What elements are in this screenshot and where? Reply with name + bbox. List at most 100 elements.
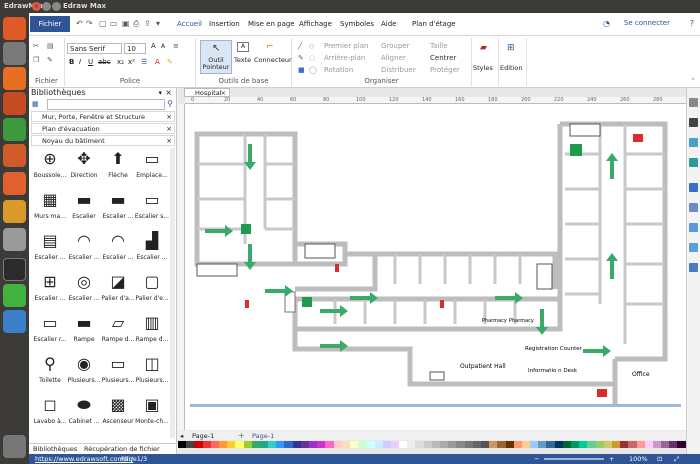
color-swatch[interactable] xyxy=(407,441,416,448)
menu-insertion[interactable]: Insertion xyxy=(209,20,240,28)
increase-font-icon[interactable]: A xyxy=(151,42,156,50)
menu-accueil[interactable]: Accueil xyxy=(177,20,202,28)
format-painter-icon[interactable]: ✎ xyxy=(47,56,53,64)
color-swatch[interactable] xyxy=(333,441,342,448)
text-tool-button[interactable]: A Texte xyxy=(234,40,254,74)
print-icon[interactable]: ⎙ xyxy=(133,19,139,29)
color-swatch[interactable] xyxy=(464,441,473,448)
text-align-icon[interactable]: ≡ xyxy=(173,42,179,50)
color-swatch[interactable] xyxy=(456,441,465,448)
tab-libraries[interactable]: Bibliothèques xyxy=(33,445,77,453)
color-swatch[interactable] xyxy=(268,441,277,448)
library-shape[interactable]: ▣ Monte-ch... xyxy=(135,394,169,432)
open-file-icon[interactable]: ▭ xyxy=(110,19,118,28)
undo-icon[interactable]: ↶ xyxy=(76,19,83,28)
sign-in-link[interactable]: Se connecter xyxy=(624,19,670,27)
bullet-list-icon[interactable]: ☰ xyxy=(141,58,147,66)
library-shape[interactable]: ▭ Escalier s... xyxy=(135,189,169,227)
library-shape[interactable]: ◠ Escalier ... xyxy=(101,230,135,268)
color-swatch[interactable] xyxy=(546,441,555,448)
user-icon[interactable]: ◔ xyxy=(603,19,610,28)
menu-aide[interactable]: Aide xyxy=(381,20,396,28)
library-shape[interactable]: ⊕ Boussole... xyxy=(33,148,67,186)
color-swatch[interactable] xyxy=(390,441,400,448)
page-nav-icon[interactable]: ◂ xyxy=(180,432,183,440)
library-shape[interactable]: ▦ Murs ma... xyxy=(33,189,67,227)
library-scrollbar[interactable] xyxy=(170,148,175,438)
amazon-icon[interactable] xyxy=(3,200,26,223)
color-swatch[interactable] xyxy=(423,441,432,448)
ellipse-tool-icon[interactable]: ◯ xyxy=(309,66,317,74)
library-shape[interactable]: ▬ Rampe xyxy=(67,312,101,350)
library-menu-icon[interactable]: ▦ xyxy=(32,100,39,108)
export-icon[interactable]: ⇪ xyxy=(144,19,151,28)
color-swatch[interactable] xyxy=(513,441,522,448)
font-color-icon[interactable]: A xyxy=(155,58,160,66)
terminal-icon[interactable] xyxy=(3,258,26,281)
library-shape[interactable]: ▭ Plusieurs... xyxy=(101,353,135,391)
library-shape[interactable]: ▬ Escalier ... xyxy=(101,189,135,227)
copy-icon[interactable]: ❐ xyxy=(33,56,39,64)
cut-icon[interactable]: ✂ xyxy=(33,42,39,50)
color-swatch[interactable] xyxy=(349,441,359,448)
color-swatch[interactable] xyxy=(178,441,187,448)
subscript-icon[interactable]: x₂ xyxy=(117,58,124,66)
italic-icon[interactable]: I xyxy=(79,58,81,66)
settings-icon[interactable] xyxy=(3,228,26,251)
library-shape[interactable]: ▬ Escalier xyxy=(67,189,101,227)
library-shape[interactable]: ✥ Direction xyxy=(67,148,101,186)
tab-file-recovery[interactable]: Récupération de fichier xyxy=(84,445,160,453)
paste-icon[interactable]: ▤ xyxy=(47,42,54,50)
color-swatch[interactable] xyxy=(366,441,375,448)
color-swatch[interactable] xyxy=(652,441,662,448)
color-swatch[interactable] xyxy=(448,441,457,448)
layers-panel-icon[interactable] xyxy=(689,203,698,212)
help-icon[interactable]: ? xyxy=(690,19,694,28)
library-shape[interactable]: ⬬ Cabinet ... xyxy=(67,394,101,432)
color-swatch[interactable] xyxy=(259,441,269,448)
fill-panel-icon[interactable] xyxy=(689,118,698,127)
color-swatch[interactable] xyxy=(480,441,490,448)
color-swatch[interactable] xyxy=(628,441,637,448)
history-panel-icon[interactable] xyxy=(689,263,698,272)
color-swatch[interactable] xyxy=(489,441,498,448)
pen-tool-icon[interactable]: ✎ xyxy=(298,54,304,62)
category-building-core-close-icon[interactable]: × xyxy=(166,136,172,145)
group-button[interactable]: Grouper xyxy=(381,42,410,50)
color-swatch[interactable] xyxy=(317,441,326,448)
category-walls-close-icon[interactable]: × xyxy=(166,112,172,121)
document-tab-close-icon[interactable]: × xyxy=(221,89,226,97)
color-swatch[interactable] xyxy=(276,441,285,448)
redo-icon[interactable]: ↷ xyxy=(86,19,93,28)
library-shape[interactable]: ▤ Escalier ... xyxy=(33,230,67,268)
bold-icon[interactable]: B xyxy=(69,58,74,66)
color-swatch[interactable] xyxy=(530,441,539,448)
color-swatch[interactable] xyxy=(243,441,252,448)
ubuntu-dash-icon[interactable] xyxy=(3,17,26,40)
line-tool-icon[interactable]: ╱ xyxy=(298,42,302,50)
center-button[interactable]: Centrer xyxy=(430,54,456,62)
color-palette[interactable] xyxy=(178,441,686,448)
library-pin-icon[interactable]: ▾ xyxy=(158,89,162,97)
libreoffice-impress-icon[interactable] xyxy=(3,144,26,167)
category-evacuation[interactable]: Plan d'évacuation × xyxy=(31,123,175,134)
color-swatch[interactable] xyxy=(497,441,506,448)
protect-button[interactable]: Protéger xyxy=(430,66,460,74)
color-swatch[interactable] xyxy=(202,441,211,448)
page-tab-active[interactable]: Page-1 xyxy=(252,432,274,440)
color-swatch[interactable] xyxy=(358,441,367,448)
line-panel-icon[interactable] xyxy=(689,138,698,147)
files-icon[interactable] xyxy=(3,42,26,65)
highlight-icon[interactable]: ✎ xyxy=(167,58,173,66)
color-swatch[interactable] xyxy=(595,441,604,448)
color-swatch[interactable] xyxy=(587,441,596,448)
rotate-button[interactable]: Rotation xyxy=(324,66,353,74)
menu-affichage[interactable]: Affichage xyxy=(299,20,332,28)
color-swatch[interactable] xyxy=(309,441,318,448)
data-panel-icon[interactable] xyxy=(689,223,698,232)
library-close-icon[interactable]: × xyxy=(165,88,172,97)
color-swatch[interactable] xyxy=(644,441,653,448)
library-shape[interactable]: ▭ Escalier r... xyxy=(33,312,67,350)
zoom-out-icon[interactable]: − xyxy=(534,455,539,463)
color-swatch[interactable] xyxy=(562,441,571,448)
